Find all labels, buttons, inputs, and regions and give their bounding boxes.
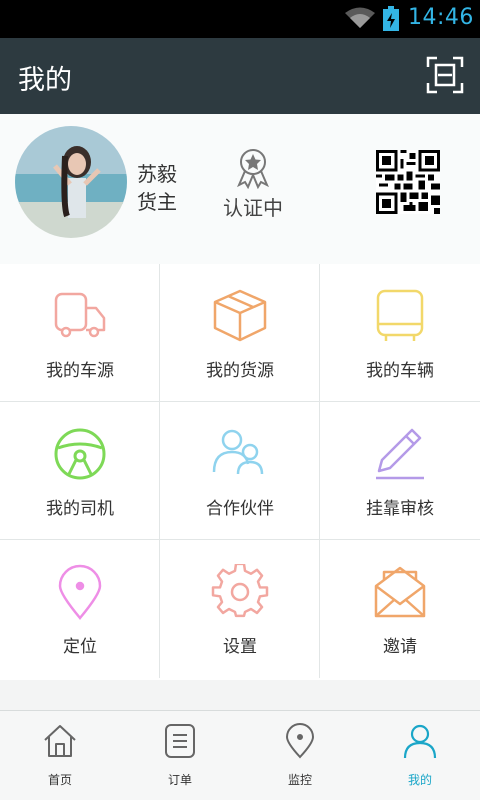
home-icon [44, 725, 76, 757]
steering-wheel-icon [54, 428, 106, 480]
status-bar: 14:46 [0, 0, 480, 38]
clock: 14:46 [408, 5, 474, 30]
app-bar: 我的 [0, 38, 480, 114]
envelope-icon [374, 566, 426, 618]
certification-status[interactable]: 认证中 [223, 192, 283, 221]
bus-icon [376, 289, 424, 341]
nav-tab-home[interactable]: 首页 [0, 711, 120, 800]
nav-label: 监控 [287, 773, 312, 787]
user-name: 苏毅 [137, 162, 177, 186]
menu-label: 邀请 [383, 637, 417, 657]
menu-label: 我的司机 [46, 499, 114, 519]
menu-label: 挂靠审核 [366, 499, 434, 519]
edit-pencil-icon [376, 428, 424, 480]
user-role: 货主 [137, 190, 177, 214]
package-box-icon [213, 289, 267, 342]
gear-icon [211, 564, 269, 618]
award-ribbon-icon [237, 149, 269, 189]
menu-my-vehicles[interactable]: 我的车辆 [320, 264, 480, 402]
avatar[interactable] [15, 126, 127, 238]
nav-tab-mine[interactable]: 我的 [360, 711, 480, 800]
person-icon [403, 724, 437, 759]
scan-frame-icon[interactable] [426, 56, 464, 94]
menu-partners[interactable]: 合作伙伴 [160, 402, 320, 540]
menu-label: 定位 [63, 637, 97, 657]
bottom-navigation: 首页 订单 监控 我的 [0, 710, 480, 800]
order-list-icon [165, 724, 195, 758]
nav-tab-orders[interactable]: 订单 [120, 711, 240, 800]
menu-label: 我的车源 [46, 361, 114, 381]
nav-label: 订单 [167, 773, 192, 787]
page-title: 我的 [18, 65, 72, 96]
nav-label: 我的 [407, 773, 432, 787]
battery-icon [383, 6, 399, 31]
menu-my-drivers[interactable]: 我的司机 [0, 402, 160, 540]
menu-label: 我的车辆 [366, 361, 434, 381]
qr-code-icon[interactable] [376, 150, 440, 214]
partners-icon [212, 429, 264, 475]
truck-icon [54, 292, 106, 338]
nav-label: 首页 [47, 773, 72, 787]
menu-my-cargo-source[interactable]: 我的货源 [160, 264, 320, 402]
map-pin-icon [285, 723, 315, 759]
wifi-icon [345, 7, 375, 28]
menu-location[interactable]: 定位 [0, 540, 160, 678]
menu-label: 设置 [223, 637, 257, 657]
menu-label: 合作伙伴 [206, 499, 274, 519]
menu-label: 我的货源 [206, 361, 274, 381]
menu-affiliation-review[interactable]: 挂靠审核 [320, 402, 480, 540]
menu-my-vehicle-source[interactable]: 我的车源 [0, 264, 160, 402]
menu-invite[interactable]: 邀请 [320, 540, 480, 678]
menu-settings[interactable]: 设置 [160, 540, 320, 678]
menu-grid: 我的车源 我的货源 我的车辆 我的司机 合作伙伴 挂靠审核 定位 设置 邀请 [0, 264, 480, 680]
location-pin-icon [58, 564, 102, 620]
nav-tab-monitor[interactable]: 监控 [240, 711, 360, 800]
